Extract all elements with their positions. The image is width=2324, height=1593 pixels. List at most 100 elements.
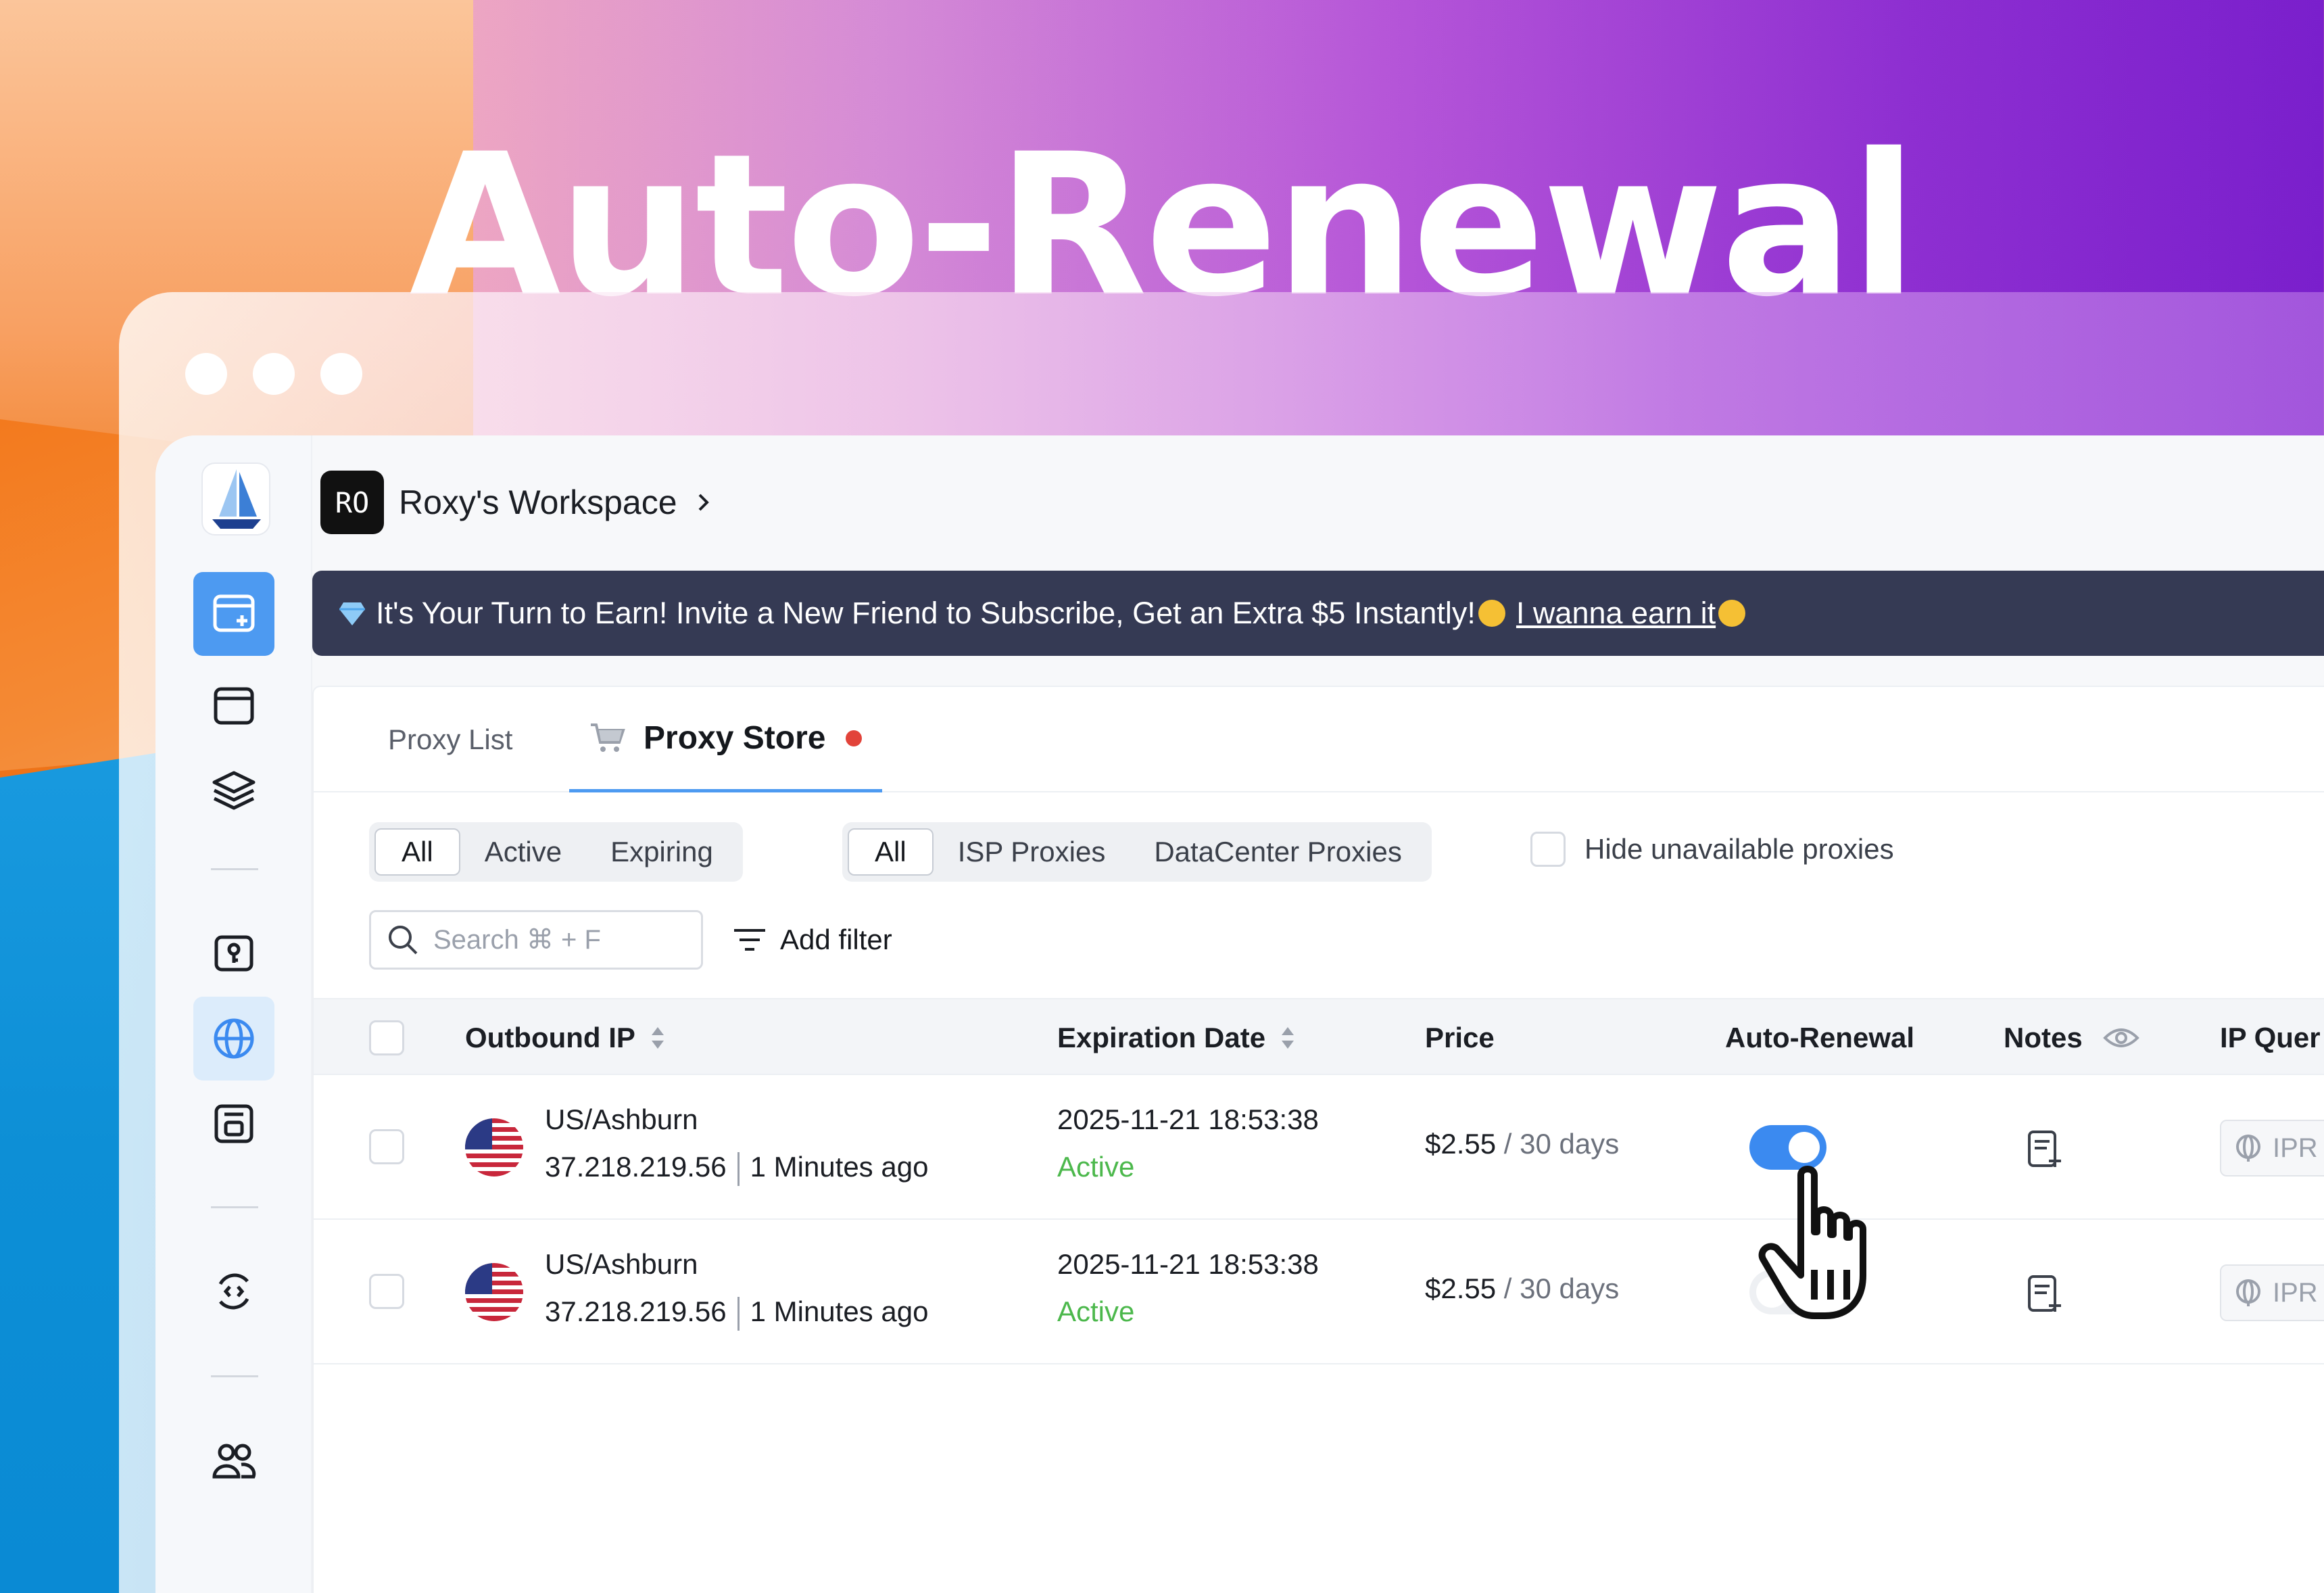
tab-label: Proxy Store bbox=[644, 720, 826, 756]
add-profile-icon bbox=[213, 594, 255, 632]
workspace-switcher[interactable]: RO Roxy's Workspace bbox=[320, 471, 711, 534]
sidebar bbox=[155, 435, 312, 1593]
row-location: US/Ashburn bbox=[545, 1103, 698, 1135]
col-expiration-date[interactable]: Expiration Date bbox=[1057, 999, 1295, 1076]
row-checked-time: 1 Minutes ago bbox=[750, 1151, 929, 1183]
add-filter-button[interactable]: Add filter bbox=[733, 910, 892, 970]
ip-query-label: IPR bbox=[2273, 1277, 2318, 1308]
col-label: Price bbox=[1425, 1022, 1495, 1053]
row-checkbox[interactable] bbox=[369, 1274, 404, 1309]
row-period: / 30 days bbox=[1503, 1273, 1620, 1304]
table-row: US/Ashburn 37.218.219.56 1 Minutes ago 20… bbox=[314, 1220, 2324, 1364]
type-filter-datacenter[interactable]: DataCenter Proxies bbox=[1130, 828, 1426, 876]
toggle-knob bbox=[1789, 1132, 1820, 1163]
app-window: RO Roxy's Workspace It's Your Turn to Ea… bbox=[119, 292, 2324, 1593]
select-all[interactable] bbox=[369, 999, 404, 1076]
hide-unavailable[interactable]: Hide unavailable proxies bbox=[1530, 832, 1894, 867]
row-price-line: $2.55 / 30 days bbox=[1425, 1128, 1619, 1160]
money-face-icon bbox=[1478, 600, 1505, 627]
row-ip-line: 37.218.219.56 1 Minutes ago bbox=[545, 1295, 928, 1331]
table-row: US/Ashburn 37.218.219.56 1 Minutes ago 20… bbox=[314, 1075, 2324, 1220]
row-status: Active bbox=[1057, 1295, 1135, 1327]
proxy-panel: Proxy List Proxy Store All Active Expiri… bbox=[312, 686, 2324, 1593]
row-checked-time: 1 Minutes ago bbox=[750, 1295, 929, 1327]
divider bbox=[737, 1151, 740, 1186]
col-ip-query: IP Quer bbox=[2220, 999, 2321, 1076]
status-filter-all[interactable]: All bbox=[374, 828, 460, 876]
hand-cursor-icon bbox=[1758, 1166, 1866, 1319]
type-filter: All ISP Proxies DataCenter Proxies bbox=[842, 822, 1432, 882]
type-filter-all[interactable]: All bbox=[848, 828, 934, 876]
col-label: Expiration Date bbox=[1057, 1022, 1266, 1053]
col-auto-renewal: Auto-Renewal bbox=[1725, 999, 1914, 1076]
col-label: IP Quer bbox=[2220, 1022, 2321, 1053]
row-ip[interactable]: 37.218.219.56 bbox=[545, 1295, 727, 1327]
search-placeholder: Search ⌘ + F bbox=[433, 925, 601, 955]
app-logo[interactable] bbox=[201, 462, 270, 536]
eye-icon[interactable] bbox=[2102, 1026, 2139, 1050]
sailboat-logo-icon bbox=[212, 469, 261, 529]
key-icon bbox=[214, 935, 253, 972]
table-header: Outbound IP Expiration Date Price Auto-R… bbox=[314, 998, 2324, 1075]
col-notes: Notes bbox=[2004, 999, 2139, 1076]
sort-icon[interactable] bbox=[1280, 1026, 1295, 1050]
cart-icon bbox=[591, 723, 625, 752]
col-label: Auto-Renewal bbox=[1725, 1022, 1915, 1053]
tab-proxy-list[interactable]: Proxy List bbox=[388, 687, 512, 792]
type-filter-isp[interactable]: ISP Proxies bbox=[934, 828, 1130, 876]
sidebar-browsers[interactable] bbox=[193, 664, 274, 748]
sidebar-credentials[interactable] bbox=[193, 911, 274, 995]
window-dot-maximize[interactable] bbox=[320, 353, 362, 395]
status-filter-expiring[interactable]: Expiring bbox=[586, 828, 737, 876]
auto-renewal-toggle[interactable] bbox=[1749, 1125, 1826, 1170]
banner-link[interactable]: I wanna earn it bbox=[1516, 596, 1716, 631]
sidebar-new-profile[interactable] bbox=[193, 572, 274, 656]
row-period: / 30 days bbox=[1503, 1128, 1620, 1160]
sidebar-divider bbox=[211, 1206, 258, 1208]
col-outbound-ip[interactable]: Outbound IP bbox=[465, 999, 665, 1076]
gem-icon bbox=[339, 602, 365, 625]
window-dot-close[interactable] bbox=[185, 353, 227, 395]
sidebar-team[interactable] bbox=[193, 1419, 274, 1502]
sidebar-proxies[interactable] bbox=[193, 997, 274, 1080]
select-all-checkbox[interactable] bbox=[369, 1020, 404, 1055]
money-face-icon bbox=[1718, 600, 1746, 627]
status-filter-active[interactable]: Active bbox=[460, 828, 586, 876]
search-icon bbox=[389, 926, 418, 955]
ip-query-label: IPR bbox=[2273, 1133, 2318, 1163]
note-add-icon[interactable] bbox=[2027, 1274, 2063, 1314]
search-input[interactable]: Search ⌘ + F bbox=[369, 910, 703, 970]
save-icon bbox=[214, 1104, 253, 1143]
sidebar-sync[interactable] bbox=[193, 1250, 274, 1333]
divider bbox=[737, 1296, 740, 1331]
row-expiration: 2025-11-21 18:53:38 bbox=[1057, 1248, 1319, 1280]
sidebar-storage[interactable] bbox=[193, 1082, 274, 1166]
tab-proxy-store[interactable]: Proxy Store bbox=[569, 687, 883, 792]
col-label: Outbound IP bbox=[465, 1022, 635, 1053]
ip-query-button[interactable]: IPR bbox=[2220, 1120, 2324, 1176]
row-select[interactable] bbox=[369, 1129, 404, 1164]
globe-icon bbox=[2236, 1135, 2260, 1162]
workspace-badge: RO bbox=[320, 471, 384, 534]
note-add-icon[interactable] bbox=[2027, 1129, 2063, 1170]
window-dot-minimize[interactable] bbox=[253, 353, 295, 395]
sync-icon bbox=[218, 1273, 249, 1310]
row-expiration: 2025-11-21 18:53:38 bbox=[1057, 1103, 1319, 1135]
referral-banner: It's Your Turn to Earn! Invite a New Fri… bbox=[312, 571, 2324, 656]
ip-query-button[interactable]: IPR bbox=[2220, 1264, 2324, 1321]
hide-unavailable-checkbox[interactable] bbox=[1530, 832, 1566, 867]
sidebar-divider bbox=[211, 868, 258, 870]
status-filter: All Active Expiring bbox=[369, 822, 743, 882]
row-location: US/Ashburn bbox=[545, 1248, 698, 1280]
row-select[interactable] bbox=[369, 1274, 404, 1309]
hide-unavailable-label: Hide unavailable proxies bbox=[1584, 833, 1894, 865]
row-ip[interactable]: 37.218.219.56 bbox=[545, 1151, 727, 1183]
row-checkbox[interactable] bbox=[369, 1129, 404, 1164]
add-filter-label: Add filter bbox=[780, 924, 892, 955]
row-price: $2.55 bbox=[1425, 1273, 1497, 1304]
sidebar-layers[interactable] bbox=[193, 749, 274, 833]
col-label: Notes bbox=[2004, 1022, 2083, 1053]
sidebar-divider bbox=[211, 1375, 258, 1377]
row-price-line: $2.55 / 30 days bbox=[1425, 1273, 1619, 1305]
sort-icon[interactable] bbox=[650, 1026, 665, 1050]
